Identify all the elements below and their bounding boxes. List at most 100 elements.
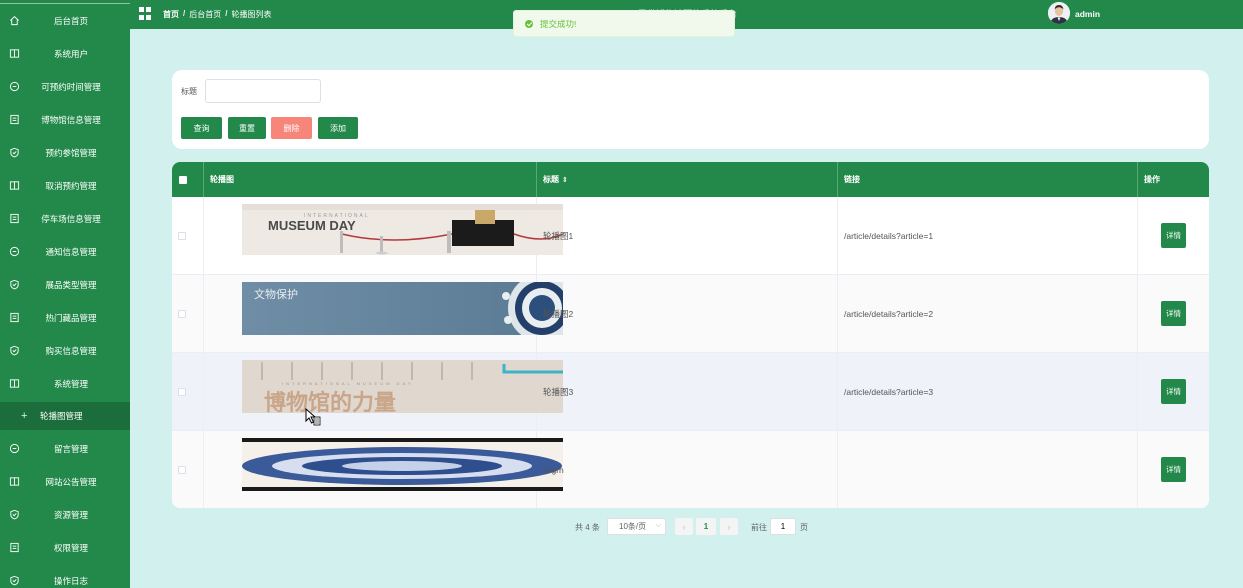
shield-icon [8,147,20,159]
avatar[interactable] [1048,2,1070,24]
row-checkbox[interactable] [178,310,186,318]
page-unit-label: 页 [800,523,808,532]
header-action: 操作 [1144,175,1160,184]
sidebar-item[interactable]: 热门藏品管理 [0,301,130,334]
banner-subtext: INTERNATIONAL MUSEUM DAY [282,381,414,386]
table-row: INTERNATIONAL MUSEUM DAY 博物馆的力量 轮播图3 /ar… [172,353,1209,431]
link-cell: /article/details?article=3 [838,353,1138,431]
sidebar-item[interactable]: 通知信息管理 [0,235,130,268]
banner-text: 博物馆的力量 [264,390,396,413]
sidebar: 后台首页 系统用户 可预约时间管理 博物馆信息管理 预约参馆管理 取消预约管理 停车场信息管… [0,0,130,588]
carousel-table: 轮播图 标题⇕ 链接 操作 INTERNATIONAL MUSEUM DAY [172,162,1209,508]
sidebar-item[interactable]: 后台首页 [0,4,130,37]
chat-icon [8,246,20,258]
page-size-value: 10条/页 [619,522,647,531]
sidebar-item[interactable]: 可预约时间管理 [0,70,130,103]
header-title[interactable]: 标题 ⇕ [537,162,838,197]
row-check-cell [172,275,204,353]
chat-icon [8,443,20,455]
breadcrumb-separator: / [183,9,186,18]
doc-icon [8,114,20,126]
goto-page-input[interactable] [770,518,796,535]
menu-toggle-icon[interactable] [139,7,152,20]
detail-button[interactable]: 详情 [1161,301,1186,326]
row-checkbox[interactable] [178,232,186,240]
action-cell: 详情 [1138,353,1209,431]
image-cell: INTERNATIONAL MUSEUM DAY [204,197,563,275]
image-cell: INTERNATIONAL MUSEUM DAY 博物馆的力量 [204,353,563,431]
table-row: 文物保护 轮播图2 /article/details?article=2 详情 [172,275,1209,353]
mouse-cursor-icon [305,407,321,426]
detail-button[interactable]: 详情 [1161,457,1186,482]
add-button[interactable]: 添加 [318,117,358,139]
sidebar-item[interactable]: 留言管理 [0,432,130,465]
sidebar-item[interactable]: 操作日志 [0,564,130,588]
sort-icon[interactable]: ⇕ [562,176,568,184]
carousel-image-relic-protection: 文物保护 [242,282,563,335]
title-cell: 轮播图1 [537,197,838,275]
doc-icon [8,312,20,324]
page-number-current[interactable]: 1 [696,518,716,535]
header-title-label: 标题 [543,175,559,184]
detail-button[interactable]: 详情 [1161,379,1186,404]
query-button[interactable]: 查询 [181,117,222,139]
sidebar-item-label: 轮播图管理 [40,411,83,421]
pagination: 共 4 条 10条/页 ⌵ ‹ 1 › 前往 页 [0,518,1243,536]
prev-page-button[interactable]: ‹ [675,518,693,535]
table-row: INTERNATIONAL MUSEUM DAY 轮播图1 /article/d… [172,197,1209,275]
table-header: 轮播图 标题 ⇕ 链接 操作 [172,162,1209,197]
select-all-cell [172,162,204,197]
row-checkbox[interactable] [178,388,186,396]
image-cell: 文物保护 [204,275,563,353]
header-image: 轮播图 [204,162,537,197]
sidebar-item[interactable]: 展品类型管理 [0,268,130,301]
chevron-down-icon: ⌵ [655,522,661,529]
sidebar-item[interactable]: 取消预约管理 [0,169,130,202]
username[interactable]: admin [1075,9,1100,19]
sidebar-item[interactable]: 预约参馆管理 [0,136,130,169]
chevron-right-icon: › [727,521,731,532]
action-cell: 详情 [1138,431,1209,508]
row-check-cell [172,431,204,508]
search-panel: 标题 查询 重置 删除 添加 [172,70,1209,149]
sidebar-item[interactable]: 系统用户 [0,37,130,70]
table-row: fwgrh 详情 [172,431,1209,508]
title-cell: fwgrh [537,431,838,508]
sidebar-item[interactable]: 系统管理 [0,367,130,400]
sidebar-item[interactable]: 博物馆信息管理 [0,103,130,136]
banner-text: MUSEUM DAY [268,218,356,233]
reset-button[interactable]: 重置 [228,117,266,139]
breadcrumb-separator: / [225,9,228,18]
carousel-image-museum-power: INTERNATIONAL MUSEUM DAY 博物馆的力量 [242,360,563,413]
select-all-checkbox[interactable] [179,175,187,184]
sidebar-item[interactable]: + 轮播图管理 [0,402,130,430]
delete-button[interactable]: 删除 [271,117,312,139]
doc-icon [8,542,20,554]
grid-icon [8,48,20,60]
sidebar-menu: 后台首页 系统用户 可预约时间管理 博物馆信息管理 预约参馆管理 取消预约管理 停车场信息管… [0,4,130,588]
goto-label: 前往 [751,523,767,532]
next-page-button[interactable]: › [720,518,738,535]
row-checkbox[interactable] [178,466,186,474]
row-check-cell [172,353,204,431]
doc-icon [8,213,20,225]
page-size-select[interactable]: 10条/页 ⌵ [607,518,666,535]
grid-icon [8,378,20,390]
sidebar-item[interactable]: 网站公告管理 [0,465,130,498]
action-cell: 详情 [1138,197,1209,275]
sidebar-item[interactable]: 购买信息管理 [0,334,130,367]
sidebar-item[interactable]: 停车场信息管理 [0,202,130,235]
breadcrumb-home[interactable]: 首页 [163,9,179,20]
image-cell [204,431,563,508]
home-icon [8,15,20,27]
shield-icon [8,279,20,291]
title-search-input[interactable] [205,79,321,103]
link-cell [838,431,1138,508]
total-count: 共 4 条 [575,523,600,532]
success-toast: 提交成功! [513,10,735,37]
title-filter-label: 标题 [181,87,197,96]
detail-button[interactable]: 详情 [1161,223,1186,248]
shield-icon [8,345,20,357]
breadcrumb-dashboard[interactable]: 后台首页 [189,9,221,20]
grid-icon [8,476,20,488]
